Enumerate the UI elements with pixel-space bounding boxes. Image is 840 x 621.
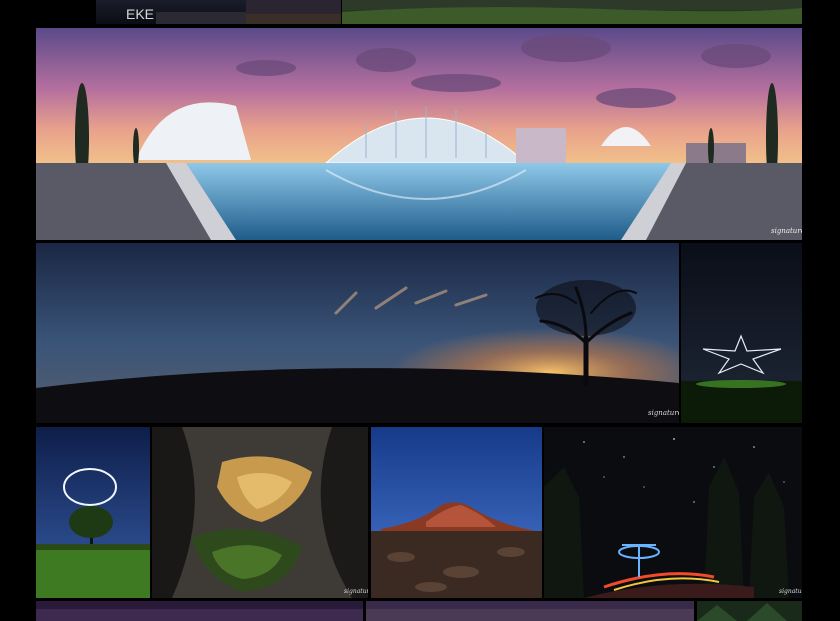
svg-text:signature: signature xyxy=(779,588,802,595)
gallery-photo-light-ring-tree[interactable] xyxy=(36,427,150,598)
gallery-photo-top-strip-left[interactable]: EKE xyxy=(96,0,246,24)
gallery-photo-volcano[interactable] xyxy=(371,427,542,598)
gallery-photo-light-figure-forest[interactable]: signature xyxy=(544,427,802,598)
gallery-photo-bottom-strip-right[interactable] xyxy=(697,601,802,621)
gallery-photo-bottom-strip-left[interactable] xyxy=(36,601,363,621)
svg-text:signature: signature xyxy=(771,227,802,235)
gallery-photo-top-strip-middle[interactable] xyxy=(246,0,341,24)
gallery-photo-top-strip-right[interactable] xyxy=(342,0,802,24)
photo-gallery: EKE signature signature signatu signatu xyxy=(0,0,840,621)
gallery-photo-bottom-strip-middle[interactable] xyxy=(366,601,694,621)
top-strip-overlay-text: EKE xyxy=(126,6,154,22)
svg-text:signature: signature xyxy=(344,588,368,595)
gallery-photo-star-light-painting[interactable] xyxy=(681,243,802,423)
svg-text:signature: signature xyxy=(648,409,679,417)
gallery-photo-lit-cave[interactable]: signature xyxy=(152,427,368,598)
gallery-photo-city-of-arts-panorama[interactable]: signature xyxy=(36,28,802,240)
gallery-photo-lone-tree-panorama[interactable]: signature xyxy=(36,243,679,423)
